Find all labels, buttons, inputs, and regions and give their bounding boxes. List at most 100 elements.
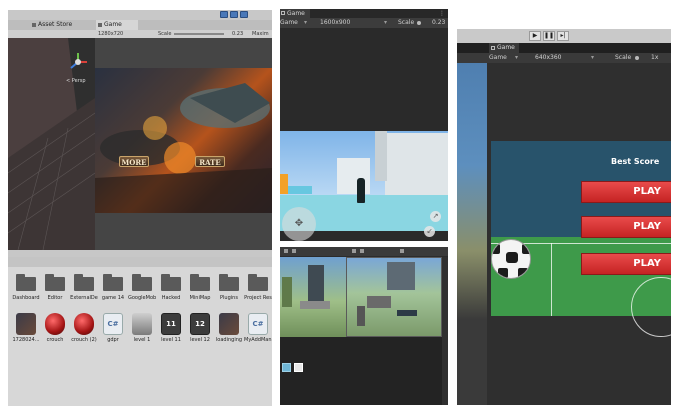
image-thumbnail-icon[interactable] (16, 313, 36, 335)
game-screen[interactable]: Best Score PLAY PLAY PLAY (491, 141, 671, 337)
orange-block (280, 174, 288, 194)
folder-icon[interactable] (132, 274, 152, 291)
tab-bar: Game ⋮ (280, 9, 448, 18)
sphere-red-icon[interactable] (45, 313, 65, 335)
asset-label: gdpr (107, 337, 119, 343)
scene-view[interactable] (280, 257, 346, 337)
best-score-label: Best Score (611, 157, 660, 166)
chevron-down-icon[interactable]: ▾ (515, 53, 518, 63)
scene-gizmo[interactable] (68, 52, 88, 72)
field-line (551, 243, 552, 316)
game-artwork (95, 83, 272, 213)
window-tabs (280, 247, 448, 256)
game-icon (491, 46, 495, 50)
cube-icon[interactable] (294, 363, 303, 372)
panel-divider[interactable] (8, 250, 272, 257)
play-icon[interactable] (220, 11, 228, 18)
scale-slider[interactable] (635, 56, 639, 60)
rate-button[interactable]: RATE (195, 156, 225, 167)
tab-icon[interactable] (284, 249, 288, 253)
scale-slider[interactable] (417, 21, 421, 25)
folder-label: Hacked (161, 295, 181, 301)
step-icon[interactable]: ▸| (557, 31, 569, 41)
resolution-dropdown[interactable]: 640x360 (535, 53, 561, 63)
tab-game[interactable]: Game (96, 20, 138, 30)
folder-label: Project Res (244, 295, 272, 301)
level-badge-icon[interactable]: 11 (161, 313, 181, 335)
scrollbar[interactable] (442, 257, 448, 405)
play-button-2[interactable]: PLAY (581, 216, 671, 238)
tab-icon[interactable] (400, 249, 404, 253)
scene-view[interactable]: < Persp (8, 38, 96, 251)
scale-label: Scale (158, 31, 172, 37)
image-thumbnail-icon[interactable] (219, 313, 239, 335)
chevron-down-icon[interactable]: ▾ (591, 53, 594, 63)
shield-icon[interactable] (132, 313, 152, 335)
unity-editor-dark-panel: Game ⋮ Game ▾ 1600x900 ▾ Scale 0.23 ✥ ↗ … (280, 9, 448, 405)
scene-and-game-window (280, 247, 448, 405)
scale-value: 1x (651, 54, 659, 61)
chevron-down-icon[interactable]: ▾ (304, 18, 307, 28)
player-character (397, 310, 417, 316)
tab-label: Game (104, 21, 122, 28)
jump-button[interactable]: ↗ (430, 211, 441, 222)
folder-icon[interactable] (219, 274, 239, 291)
play-button-1[interactable]: PLAY (581, 181, 671, 203)
building (308, 265, 324, 301)
folder-icon[interactable] (248, 274, 268, 291)
action-button[interactable]: ↙ (424, 226, 435, 237)
tab-game[interactable]: Game (280, 9, 310, 18)
pause-icon[interactable] (230, 11, 238, 18)
display-mode-dropdown[interactable]: Game (280, 18, 298, 28)
game-view[interactable]: MORE RATE (95, 68, 272, 213)
resolution-dropdown[interactable]: 1600x900 (320, 18, 350, 28)
tab-label: Game (287, 10, 305, 17)
tree (282, 277, 292, 307)
csharp-script-icon[interactable]: C# (248, 313, 268, 335)
tab-game[interactable]: Game (489, 43, 519, 53)
folder-icon[interactable] (161, 274, 181, 291)
player-character (357, 178, 365, 203)
more-options-icon[interactable]: ⋮ (439, 9, 445, 18)
pause-icon[interactable]: ❚❚ (543, 31, 555, 41)
chevron-down-icon[interactable]: ▾ (384, 18, 387, 28)
tab-icon[interactable] (292, 249, 296, 253)
persp-label[interactable]: < Persp (66, 78, 86, 84)
display-mode-dropdown[interactable]: Game (489, 53, 507, 63)
asset-icon-text: 11 (166, 320, 176, 328)
step-icon[interactable] (240, 11, 248, 18)
resolution-dropdown[interactable]: 1280x720 (98, 30, 123, 38)
folder-icon[interactable] (16, 274, 36, 291)
tab-icon[interactable] (360, 249, 364, 253)
folder-label: Plugins (220, 295, 238, 301)
folder-icon[interactable] (74, 274, 94, 291)
asset-label: MyAddMan... (244, 337, 272, 343)
wall-block (367, 296, 391, 308)
game-view[interactable] (346, 257, 442, 337)
level-badge-icon[interactable]: 12 (190, 313, 210, 335)
tab-asset-store[interactable]: Asset Store (30, 20, 92, 30)
joystick[interactable]: ✥ (282, 207, 316, 241)
folder-icon[interactable] (190, 274, 210, 291)
sphere-red-icon[interactable] (74, 313, 94, 335)
cube-icon[interactable] (282, 363, 291, 372)
game-viewport[interactable]: ✥ ↗ ↙ (280, 28, 448, 241)
platform (300, 301, 330, 309)
asset-label: crouch (2) (71, 337, 97, 343)
scene-view-strip[interactable] (457, 63, 487, 405)
scale-slider[interactable] (174, 33, 224, 35)
folder-icon[interactable] (103, 274, 123, 291)
asset-icon-text: 12 (195, 320, 205, 328)
scale-value: 0.23 (432, 19, 446, 26)
play-button-3[interactable]: PLAY (581, 253, 671, 275)
asset-icon-text: C# (107, 320, 119, 328)
folder-icon[interactable] (45, 274, 65, 291)
game-toolbar: Game ▾ 640x360 ▾ Scale 1x (457, 53, 671, 63)
maximize-toggle[interactable]: Maxim (252, 30, 269, 38)
tab-icon[interactable] (352, 249, 356, 253)
wall-block (375, 131, 387, 181)
more-button[interactable]: MORE (119, 156, 149, 167)
unity-editor-game-panel: ▶ ❚❚ ▸| Game Game ▾ 640x360 ▾ Scale 1x B… (457, 29, 671, 405)
csharp-script-icon[interactable]: C# (103, 313, 123, 335)
play-icon[interactable]: ▶ (529, 31, 541, 41)
